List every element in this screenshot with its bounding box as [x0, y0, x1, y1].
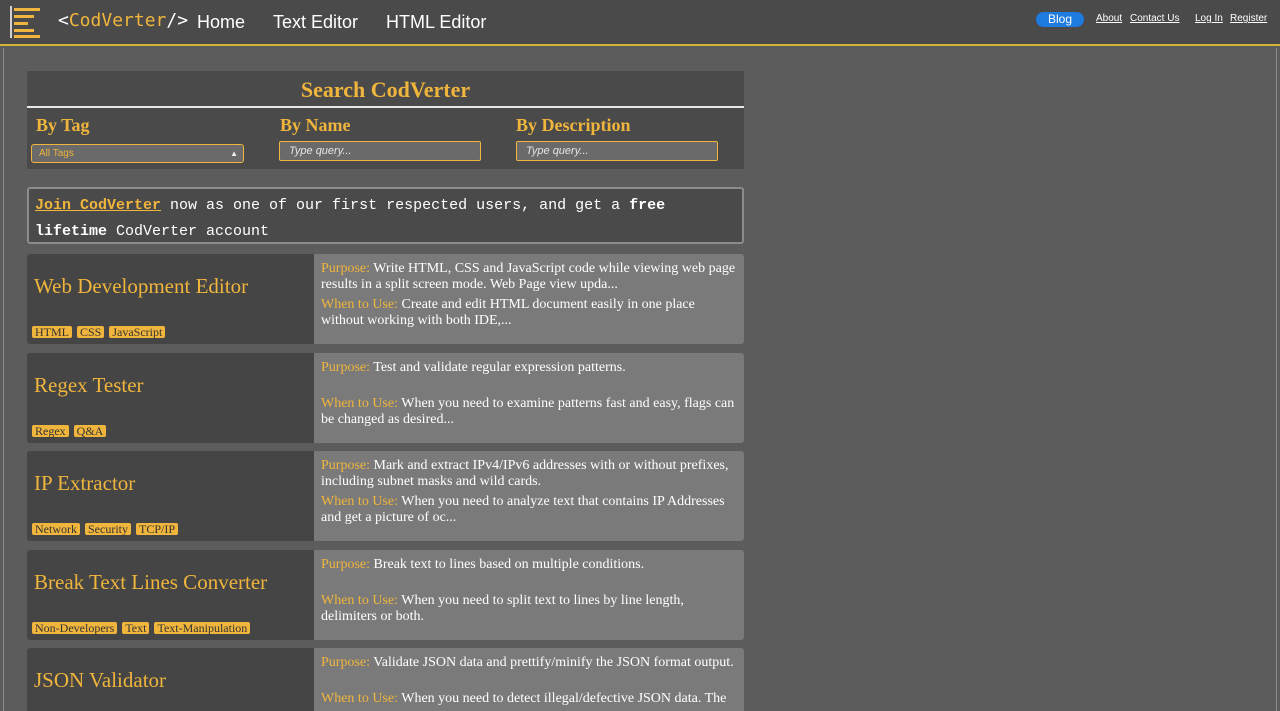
page-border-left: [3, 48, 4, 711]
tool-card-left: Break Text Lines Converter Non-Developer…: [27, 550, 314, 640]
blog-button[interactable]: Blog: [1036, 12, 1084, 27]
description-search-input[interactable]: Type query...: [516, 141, 718, 161]
select-arrows-icon: ▲: [230, 149, 238, 158]
tag-list: Network Security TCP/IP: [32, 520, 183, 538]
search-title: Search CodVerter: [300, 77, 471, 102]
name-search-input[interactable]: Type query...: [279, 141, 481, 161]
tool-card-left: Web Development Editor HTML CSS JavaScript: [27, 254, 314, 344]
tag-badge[interactable]: Network: [32, 523, 80, 535]
tool-card-description: Purpose: Break text to lines based on mu…: [314, 550, 744, 640]
top-navbar: <CodVerter/> Home Text Editor HTML Edito…: [0, 0, 1280, 46]
tool-card[interactable]: Break Text Lines Converter Non-Developer…: [27, 550, 744, 640]
tool-card[interactable]: Regex Tester Regex Q&A Purpose: Test and …: [27, 353, 744, 443]
about-link[interactable]: About: [1096, 13, 1122, 24]
tag-badge[interactable]: HTML: [32, 326, 72, 338]
purpose-text: Purpose: Break text to lines based on mu…: [321, 557, 645, 572]
tool-card-left: IP Extractor Network Security TCP/IP: [27, 451, 314, 541]
site-logo[interactable]: <CodVerter/>: [58, 10, 188, 31]
tag-badge[interactable]: TCP/IP: [136, 523, 179, 535]
when-to-use-text: When to Use: When you need to analyze te…: [321, 494, 725, 525]
tool-name[interactable]: Regex Tester: [34, 373, 144, 398]
purpose-text: Purpose: Validate JSON data and prettify…: [321, 655, 734, 670]
tag-badge[interactable]: Text-Manipulation: [154, 622, 251, 634]
contact-us-link[interactable]: Contact Us: [1130, 13, 1179, 24]
by-tag-label: By Tag: [36, 115, 90, 135]
tool-card[interactable]: IP Extractor Network Security TCP/IP Purpo…: [27, 451, 744, 541]
when-to-use-text: When to Use: When you need to detect ill…: [321, 691, 727, 706]
tool-card-description: Purpose: Write HTML, CSS and JavaScript …: [314, 254, 744, 344]
nav-html-editor[interactable]: HTML Editor: [386, 12, 486, 33]
tag-list: HTML CSS JavaScript: [32, 323, 170, 341]
tag-select[interactable]: All Tags ▲: [31, 144, 244, 163]
tag-badge[interactable]: Non-Developers: [32, 622, 118, 634]
page-border-right: [1276, 48, 1277, 711]
tool-card[interactable]: Web Development Editor HTML CSS JavaScript…: [27, 254, 744, 344]
when-to-use-text: When to Use: Create and edit HTML docume…: [321, 297, 695, 328]
tool-name[interactable]: Break Text Lines Converter: [34, 570, 267, 595]
tag-badge[interactable]: Regex: [32, 425, 69, 437]
tool-card-description: Purpose: Validate JSON data and prettify…: [314, 648, 744, 711]
tag-badge[interactable]: JavaScript: [109, 326, 166, 338]
menu-icon[interactable]: [10, 6, 42, 38]
search-panel: Search CodVerter By Tag By Name By Descr…: [27, 71, 744, 169]
tag-list: Regex Q&A: [32, 422, 111, 440]
tool-name[interactable]: JSON Validator: [34, 668, 166, 693]
tool-card[interactable]: JSON Validator Purpose: Validate JSON da…: [27, 648, 744, 711]
nav-text-editor[interactable]: Text Editor: [273, 12, 358, 33]
tag-badge[interactable]: CSS: [77, 326, 105, 338]
tag-badge[interactable]: Security: [85, 523, 131, 535]
when-to-use-text: When to Use: When you need to examine pa…: [321, 396, 735, 427]
log-in-link[interactable]: Log In: [1195, 13, 1223, 24]
tool-name[interactable]: IP Extractor: [34, 471, 135, 496]
purpose-text: Purpose: Mark and extract IPv4/IPv6 addr…: [321, 458, 729, 489]
by-description-label: By Description: [516, 115, 631, 135]
search-divider: [27, 106, 744, 108]
purpose-text: Purpose: Write HTML, CSS and JavaScript …: [321, 261, 736, 292]
tag-list: Non-Developers Text Text-Manipulation: [32, 619, 255, 637]
when-to-use-text: When to Use: When you need to split text…: [321, 593, 684, 624]
tool-card-description: Purpose: Test and validate regular expre…: [314, 353, 744, 443]
purpose-text: Purpose: Test and validate regular expre…: [321, 360, 626, 375]
tag-badge[interactable]: Q&A: [73, 425, 107, 437]
tool-name[interactable]: Web Development Editor: [34, 274, 248, 299]
tool-card-left: JSON Validator: [27, 648, 314, 711]
join-banner: Join CodVerter now as one of our first r…: [27, 187, 744, 244]
tool-card-left: Regex Tester Regex Q&A: [27, 353, 314, 443]
tag-badge[interactable]: Text: [122, 622, 150, 634]
by-name-label: By Name: [280, 115, 351, 135]
join-link[interactable]: Join CodVerter: [35, 197, 161, 214]
register-link[interactable]: Register: [1230, 13, 1267, 24]
nav-home[interactable]: Home: [197, 12, 245, 33]
tool-card-description: Purpose: Mark and extract IPv4/IPv6 addr…: [314, 451, 744, 541]
